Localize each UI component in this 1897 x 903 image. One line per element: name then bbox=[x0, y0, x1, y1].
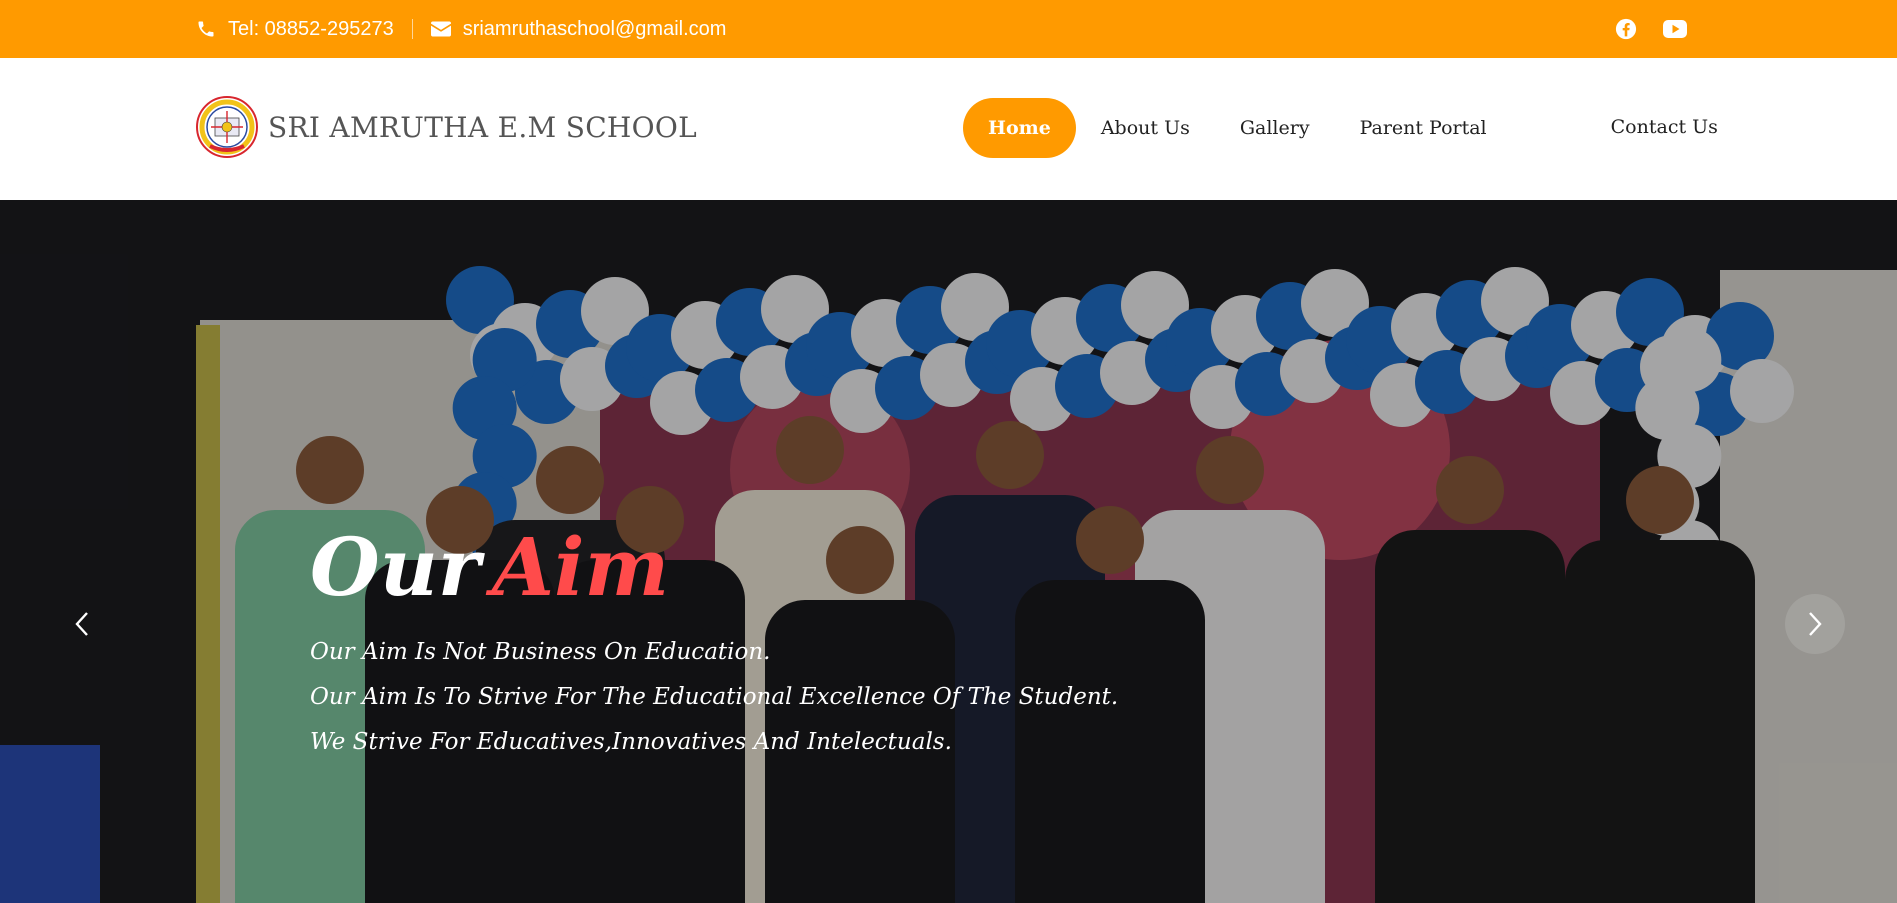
site-header: SRI AMRUTHA E.M SCHOOL Home About Us Gal… bbox=[0, 58, 1897, 200]
hero-title-accent: Aim bbox=[492, 520, 670, 614]
brand[interactable]: SRI AMRUTHA E.M SCHOOL bbox=[196, 96, 697, 158]
hero-line: Our Aim Is To Strive For The Educational… bbox=[310, 684, 1119, 710]
main-nav: Home About Us Gallery Parent Portal Cont… bbox=[963, 98, 1743, 158]
youtube-icon[interactable] bbox=[1663, 20, 1687, 38]
email-item[interactable]: sriamruthaschool@gmail.com bbox=[430, 17, 727, 41]
top-bar: Tel: 08852-295273 sriamruthaschool@gmail… bbox=[0, 0, 1897, 58]
phone-icon bbox=[198, 21, 214, 37]
envelope-icon bbox=[430, 21, 451, 37]
chevron-right-icon bbox=[1809, 612, 1822, 636]
hero-line: We Strive For Educatives,Innovatives And… bbox=[310, 729, 952, 755]
school-logo bbox=[196, 96, 258, 158]
contact-divider bbox=[411, 19, 413, 39]
hero-caption: Our Aim Our Aim Is Not Business On Educat… bbox=[310, 522, 1118, 765]
phone-item[interactable]: Tel: 08852-295273 bbox=[196, 18, 394, 41]
phone-text: Tel: 08852-295273 bbox=[228, 17, 394, 40]
hero-lines: Our Aim Is Not Business On Education. Ou… bbox=[310, 630, 1118, 765]
social-links bbox=[1615, 0, 1687, 58]
hero-slider: Our Aim Our Aim Is Not Business On Educat… bbox=[0, 200, 1897, 903]
nav-home[interactable]: Home bbox=[963, 98, 1076, 158]
nav-gallery[interactable]: Gallery bbox=[1215, 98, 1335, 158]
nav-parent-portal[interactable]: Parent Portal bbox=[1335, 98, 1512, 158]
hero-line: Our Aim Is Not Business On Education. bbox=[310, 639, 771, 665]
nav-contact-us[interactable]: Contact Us bbox=[1586, 97, 1743, 157]
brand-name: SRI AMRUTHA E.M SCHOOL bbox=[268, 110, 698, 144]
email-text: sriamruthaschool@gmail.com bbox=[462, 17, 727, 40]
facebook-icon[interactable] bbox=[1615, 18, 1637, 40]
chevron-left-icon bbox=[75, 612, 88, 636]
hero-title: Our Aim bbox=[310, 522, 1118, 612]
hero-title-main: Our bbox=[310, 520, 480, 614]
slider-prev-button[interactable] bbox=[52, 594, 112, 654]
contact-info: Tel: 08852-295273 sriamruthaschool@gmail… bbox=[196, 0, 726, 58]
slider-next-button[interactable] bbox=[1785, 594, 1845, 654]
nav-about-us[interactable]: About Us bbox=[1076, 98, 1215, 158]
